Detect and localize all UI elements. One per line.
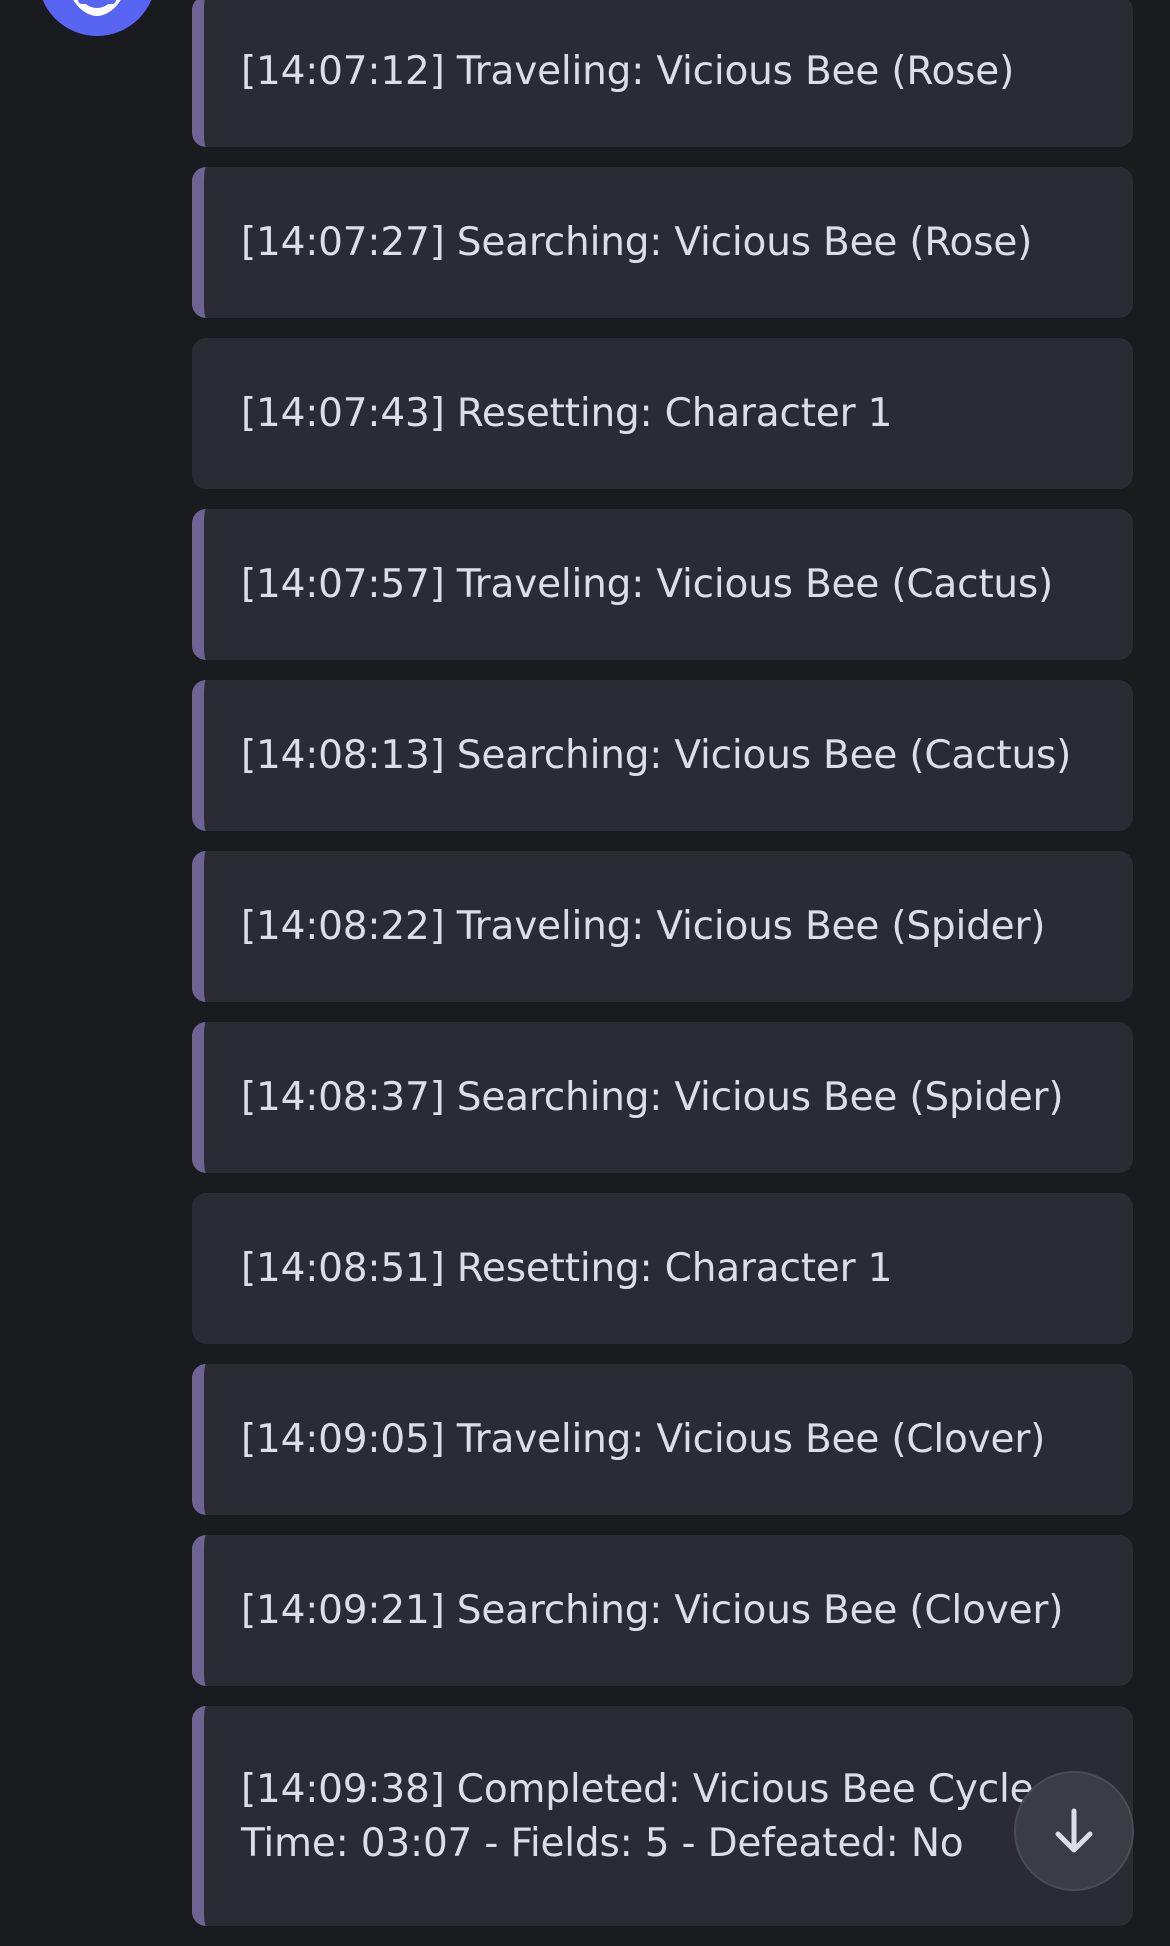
embed-message[interactable]: [14:09:21] Searching: Vicious Bee (Clove… — [192, 1535, 1133, 1686]
embed-message[interactable]: [14:08:51] Resetting: Character 1 — [192, 1193, 1133, 1344]
embed-message[interactable]: [14:09:05] Traveling: Vicious Bee (Clove… — [192, 1364, 1133, 1515]
message-feed: [14:07:12] Traveling: Vicious Bee (Rose)… — [192, 0, 1133, 1946]
embed-text: [14:07:57] Traveling: Vicious Bee (Cactu… — [241, 561, 1054, 607]
embed-message[interactable]: [14:07:57] Traveling: Vicious Bee (Cactu… — [192, 509, 1133, 660]
embed-message[interactable]: [14:08:22] Traveling: Vicious Bee (Spide… — [192, 851, 1133, 1002]
embed-message[interactable]: [14:09:38] Completed: Vicious Bee Cycle … — [192, 1706, 1133, 1926]
embed-text: [14:09:05] Traveling: Vicious Bee (Clove… — [241, 1416, 1046, 1462]
embed-text: [14:09:38] Completed: Vicious Bee Cycle … — [241, 1767, 1034, 1866]
embed-text: [14:08:37] Searching: Vicious Bee (Spide… — [241, 1074, 1064, 1120]
embed-text: [14:08:13] Searching: Vicious Bee (Cactu… — [241, 732, 1072, 778]
embed-text: [14:09:21] Searching: Vicious Bee (Clove… — [241, 1587, 1064, 1633]
embed-message[interactable]: [14:08:13] Searching: Vicious Bee (Cactu… — [192, 680, 1133, 831]
bot-avatar[interactable] — [38, 0, 156, 36]
embed-message[interactable]: [14:07:43] Resetting: Character 1 — [192, 338, 1133, 489]
embed-text: [14:07:27] Searching: Vicious Bee (Rose) — [241, 219, 1033, 265]
embed-text: [14:07:43] Resetting: Character 1 — [241, 390, 893, 436]
embed-text: [14:08:51] Resetting: Character 1 — [241, 1245, 893, 1291]
embed-text: [14:08:22] Traveling: Vicious Bee (Spide… — [241, 903, 1046, 949]
embed-text: [14:07:12] Traveling: Vicious Bee (Rose) — [241, 48, 1015, 94]
embed-message[interactable]: [14:07:12] Traveling: Vicious Bee (Rose) — [192, 0, 1133, 147]
arrow-down-icon — [1055, 1808, 1093, 1853]
discord-logo-icon — [73, 0, 121, 16]
embed-message[interactable]: [14:07:27] Searching: Vicious Bee (Rose) — [192, 167, 1133, 318]
jump-to-present-button[interactable] — [1014, 1771, 1134, 1891]
embed-message[interactable]: [14:08:37] Searching: Vicious Bee (Spide… — [192, 1022, 1133, 1173]
